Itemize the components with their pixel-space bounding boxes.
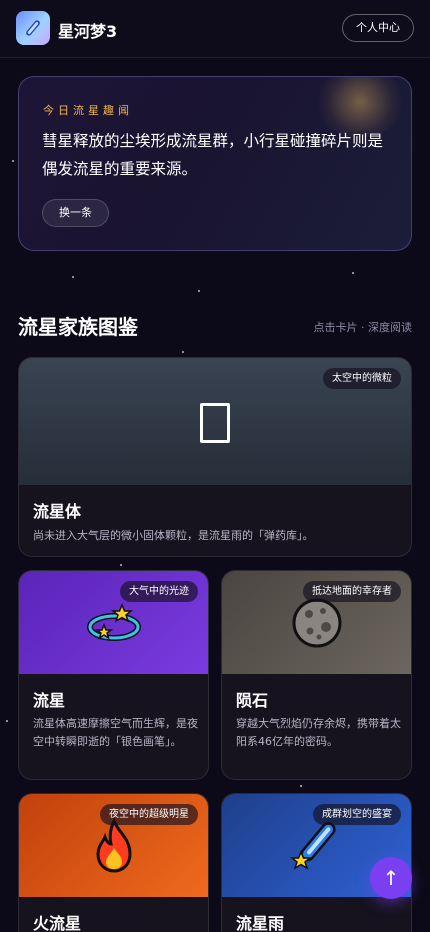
card-fireball[interactable]: 夜空中的超级明星 火流星 xyxy=(18,793,209,932)
fact-label: 今日流星趣闻 xyxy=(43,104,133,117)
shooting-star-icon xyxy=(289,821,336,870)
app-logo[interactable] xyxy=(16,11,50,45)
card-description: 尚未进入大气层的微小固体颗粒，是流星雨的「弹药库」。 xyxy=(33,529,314,542)
fact-text: 彗星释放的尘埃形成流星群，小行星碰撞碎片则是偶发流星的重要来源。 xyxy=(42,132,384,178)
card-description: 穿越大气烈焰仍存余烬，携带着太阳系46亿年的密码。 xyxy=(236,717,401,748)
ringed-star-icon xyxy=(86,602,141,641)
card-tag: 太空中的微粒 xyxy=(323,368,401,389)
card-title: 流星雨 xyxy=(236,914,285,932)
rock-icon xyxy=(292,598,341,647)
app-header: 星河梦3 个人中心 xyxy=(0,0,430,58)
card-tag: 大气中的光迹 xyxy=(120,581,198,602)
fire-icon xyxy=(95,817,132,873)
card-meteorite[interactable]: 抵达地面的幸存者 陨石 穿越大气烈焰仍存余烬，携带着太阳系46亿年的密码。 xyxy=(221,570,412,780)
card-title: 陨石 xyxy=(236,691,269,710)
card-title: 流星 xyxy=(33,691,66,710)
card-meteoroid[interactable]: 太空中的微粒 流星体 尚未进入大气层的微小固体颗粒，是流星雨的「弹药库」。 xyxy=(18,357,412,557)
arrow-up-icon: ↑ xyxy=(382,866,400,890)
section-hint: 点击卡片 · 深度阅读 xyxy=(313,321,413,334)
card-tag: 抵达地面的幸存者 xyxy=(303,581,401,602)
card-tag: 夜空中的超级明星 xyxy=(100,804,198,825)
app-title: 星河梦3 xyxy=(58,22,118,41)
card-tag: 成群划空的盛宴 xyxy=(313,804,401,825)
section-title: 流星家族图鉴 xyxy=(18,315,138,339)
meteor-icon xyxy=(26,20,40,36)
daily-fact-card: 今日流星趣闻 彗星释放的尘埃形成流星群，小行星碰撞碎片则是偶发流星的重要来源。 … xyxy=(18,76,412,251)
missing-glyph-icon xyxy=(200,402,230,443)
swap-fact-button[interactable]: 换一条 xyxy=(42,199,109,227)
card-title: 火流星 xyxy=(33,914,82,932)
profile-button[interactable]: 个人中心 xyxy=(342,14,414,42)
scroll-to-top-button[interactable]: ↑ xyxy=(370,857,412,899)
card-meteor[interactable]: 大气中的光迹 流星 流星体高速摩擦空气而生辉，是夜空中转瞬即逝的「银色画笔」。 xyxy=(18,570,209,780)
card-title: 流星体 xyxy=(33,502,82,521)
card-description: 流星体高速摩擦空气而生辉，是夜空中转瞬即逝的「银色画笔」。 xyxy=(33,717,198,748)
